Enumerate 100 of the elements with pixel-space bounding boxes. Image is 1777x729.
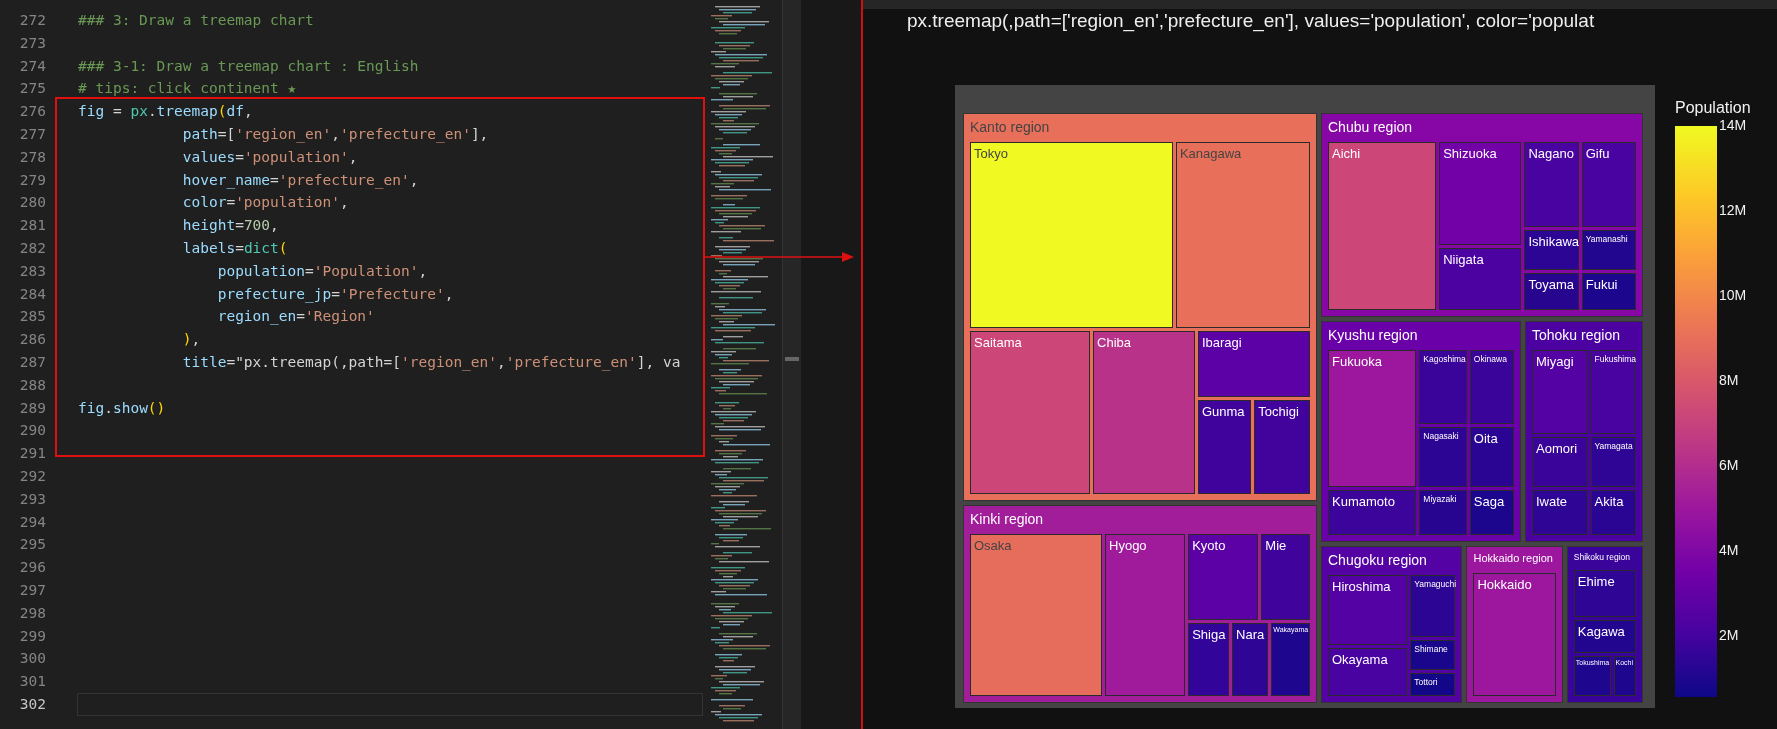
prefecture-label: Saga — [1473, 494, 1505, 510]
prefecture-tile[interactable]: Akita — [1590, 489, 1636, 535]
prefecture-label: Gifu — [1585, 146, 1610, 162]
prefecture-tile[interactable]: Tochigi — [1254, 400, 1310, 494]
prefecture-label: Kumamoto — [1332, 494, 1395, 510]
line-number: 295 — [18, 535, 46, 555]
prefecture-tile[interactable]: Aichi — [1328, 141, 1437, 311]
region-tile[interactable]: Chugoku region Hiroshima Okayama Yamaguchi Shimane Tottori — [1321, 545, 1463, 703]
region-tile[interactable]: Kanto region Tokyo Kanagawa Saitama Chiba Ibaragi Gunma Tochigi — [963, 113, 1317, 501]
line-number: 296 — [18, 558, 46, 578]
prefecture-label: Miyazaki — [1423, 494, 1457, 505]
prefecture-tile[interactable]: Kyoto — [1188, 533, 1259, 620]
prefecture-tile[interactable]: Nagano — [1524, 141, 1579, 227]
prefecture-tile[interactable]: Shimane — [1410, 639, 1456, 671]
code-line: hover_name='prefecture_en', — [181, 170, 420, 191]
colorbar-title: Population — [1675, 99, 1751, 117]
line-number: 299 — [18, 626, 46, 646]
line-number: 297 — [18, 580, 46, 600]
prefecture-tile[interactable]: Oita — [1469, 427, 1514, 487]
prefecture-label: Kyoto — [1192, 538, 1226, 554]
prefecture-tile[interactable]: Aomori — [1532, 437, 1588, 487]
prefecture-tile[interactable]: Miyazaki — [1419, 489, 1467, 535]
region-tile[interactable]: Kyushu region Fukuoka Kumamoto Kagoshima Nagasaki Miyazaki Okinawa Oita Saga — [1321, 321, 1521, 542]
prefecture-label: Gunma — [1201, 405, 1245, 421]
prefecture-tile[interactable]: Saitama — [970, 330, 1090, 494]
prefecture-tile[interactable]: Okinawa — [1469, 350, 1514, 425]
prefecture-tile[interactable]: Ishikawa — [1524, 230, 1579, 271]
prefecture-tile[interactable]: Saga — [1469, 489, 1514, 535]
prefecture-tile[interactable]: Mie — [1261, 533, 1310, 620]
code-line: prefecture_jp='Prefecture', — [216, 284, 455, 305]
line-number: 301 — [18, 672, 46, 692]
region-label: Chubu region — [1328, 119, 1413, 136]
line-number: 274 — [18, 56, 46, 76]
prefecture-tile[interactable]: Kagoshima — [1419, 350, 1467, 425]
line-number: 282 — [18, 238, 46, 258]
prefecture-tile[interactable]: Gifu — [1581, 141, 1636, 227]
region-label: Kanto region — [970, 119, 1050, 136]
line-number: 294 — [18, 512, 46, 532]
prefecture-label: Osaka — [974, 538, 1012, 554]
prefecture-tile[interactable]: Shizuoka — [1439, 141, 1522, 246]
prefecture-tile[interactable]: Nagasaki — [1419, 427, 1467, 487]
prefecture-tile[interactable]: Yamaguchi — [1410, 574, 1456, 637]
line-number: 291 — [18, 444, 46, 464]
prefecture-label: Miyagi — [1536, 355, 1574, 371]
prefecture-tile[interactable]: Hiroshima — [1328, 574, 1408, 646]
line-number: 292 — [18, 466, 46, 486]
prefecture-tile[interactable]: Miyagi — [1532, 350, 1588, 435]
prefecture-label: Okayama — [1332, 653, 1388, 669]
prefecture-tile[interactable]: Niigata — [1439, 248, 1522, 311]
prefecture-tile[interactable]: Ibaragi — [1197, 330, 1310, 398]
prefecture-tile[interactable]: Fukuoka — [1328, 350, 1417, 487]
prefecture-label: Nara — [1236, 627, 1265, 643]
scrollbar-thumb[interactable] — [785, 357, 799, 361]
code-line: ), — [181, 330, 202, 350]
colorbar-tick-label: 14M — [1719, 117, 1747, 133]
line-number: 276 — [18, 102, 46, 122]
prefecture-tile[interactable]: Iwate — [1532, 489, 1588, 535]
prefecture-label: Kagawa — [1577, 625, 1625, 641]
prefecture-tile[interactable]: Fukushima — [1590, 350, 1636, 435]
prefecture-label: Aichi — [1332, 146, 1361, 162]
prefecture-tile[interactable]: Gunma — [1197, 400, 1252, 494]
line-number: 283 — [18, 261, 46, 281]
scrollbar-track[interactable] — [782, 0, 801, 729]
prefecture-tile[interactable]: Ehime — [1573, 569, 1636, 618]
prefecture-tile[interactable]: Hokkaido — [1473, 572, 1556, 696]
region-label: Chugoku region — [1328, 551, 1427, 569]
prefecture-tile[interactable]: Chiba — [1093, 330, 1195, 494]
line-number: 280 — [18, 193, 46, 213]
line-number: 290 — [18, 421, 46, 441]
prefecture-tile[interactable]: Toyama — [1524, 273, 1579, 311]
region-tile[interactable]: Hokkaido region Hokkaido — [1466, 545, 1563, 703]
prefecture-label: Ibaragi — [1201, 335, 1242, 351]
minimap-drawing[interactable] — [705, 0, 782, 729]
prefecture-tile[interactable]: Nara — [1232, 622, 1269, 696]
region-tile[interactable]: Chubu region Aichi Shizuoka Niigata Nagano Gifu Ishikawa Yamanashi Toyama Fukui — [1321, 113, 1643, 318]
line-number: 273 — [18, 33, 46, 53]
code-line: path=['region_en','prefecture_en'], — [181, 125, 490, 145]
code-line: ### 3: Draw a treemap chart — [77, 11, 315, 30]
region-label: Tohoku region — [1532, 327, 1620, 345]
prefecture-tile[interactable]: Okayama — [1328, 648, 1408, 696]
prefecture-label: Tokyo — [974, 146, 1008, 162]
prefecture-label: Aomori — [1536, 442, 1578, 458]
prefecture-tile[interactable]: Hyogo — [1105, 533, 1186, 696]
prefecture-tile[interactable]: Yamanashi — [1581, 230, 1636, 271]
prefecture-tile[interactable]: Yamagata — [1590, 437, 1636, 487]
line-number: 281 — [18, 216, 46, 236]
prefecture-label: Yamaguchi — [1414, 579, 1457, 590]
region-tile[interactable]: Tohoku region Miyagi Aomori Iwate Fukushima Yamagata Akita — [1525, 321, 1643, 542]
prefecture-tile[interactable]: Kagawa — [1573, 620, 1636, 653]
prefecture-tile[interactable]: Shiga — [1188, 622, 1230, 696]
prefecture-label: Tottori — [1414, 678, 1438, 689]
line-number: 278 — [18, 147, 46, 167]
prefecture-tile[interactable]: Tottori — [1410, 673, 1456, 696]
line-number: 298 — [18, 603, 46, 623]
prefecture-label: Tochigi — [1258, 405, 1299, 421]
prefecture-tile[interactable]: Tokyo — [970, 141, 1173, 328]
prefecture-tile[interactable]: Fukui — [1581, 273, 1636, 311]
prefecture-tile[interactable]: Kumamoto — [1328, 489, 1417, 535]
colorbar-tick-label: 4M — [1719, 542, 1740, 558]
prefecture-label: Ishikawa — [1528, 235, 1579, 250]
